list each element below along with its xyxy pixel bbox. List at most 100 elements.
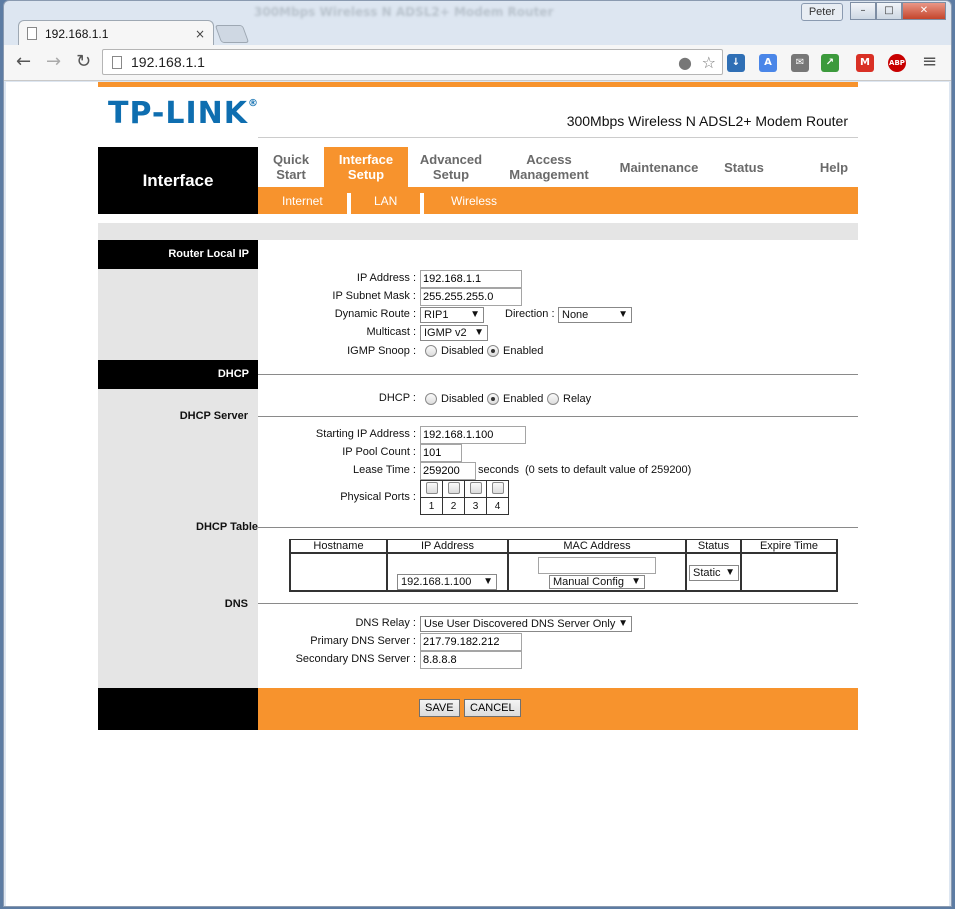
title-bar: 300Mbps Wireless N ADSL2+ Modem Router 1…: [4, 1, 951, 46]
menu-advanced-setup[interactable]: Advanced Setup: [408, 147, 494, 187]
dhcp-disabled-radio[interactable]: Disabled: [425, 393, 484, 405]
mac-mode-select[interactable]: Manual Config ▼: [549, 575, 645, 589]
back-arrow-icon[interactable]: ←: [16, 51, 31, 72]
dns-relay-select[interactable]: Use User Discovered DNS Server Only ▼: [420, 616, 632, 632]
mac-address-input[interactable]: [538, 557, 656, 574]
dhcp-enabled-radio[interactable]: Enabled: [487, 393, 543, 405]
lease-time-input[interactable]: [420, 462, 476, 480]
chevron-down-icon: ▼: [725, 567, 735, 578]
status-select[interactable]: Static ▼: [689, 565, 739, 581]
radio-icon[interactable]: [425, 393, 437, 405]
radio-selected-icon[interactable]: [487, 345, 499, 357]
mail-checker-icon[interactable]: ✉: [791, 54, 809, 72]
translate-extension-icon[interactable]: A: [759, 54, 777, 72]
gmail-icon[interactable]: M: [856, 54, 874, 72]
download-extension-icon[interactable]: ↓: [727, 54, 745, 72]
dhcp-server-heading: DHCP Server: [179, 410, 248, 422]
address-bar[interactable]: ● ☆: [102, 49, 723, 75]
tab-close-icon[interactable]: ×: [195, 27, 205, 41]
submenu-internet[interactable]: Internet: [282, 194, 323, 208]
adblock-plus-icon[interactable]: ABP: [888, 54, 906, 72]
igmp-enabled-radio[interactable]: Enabled: [487, 345, 543, 357]
port-number: 2: [442, 497, 465, 515]
primary-dns-input[interactable]: [420, 633, 522, 651]
menu-interface-setup[interactable]: Interface Setup: [324, 147, 408, 187]
column-header-ip-address: IP Address: [386, 539, 509, 554]
chevron-down-icon: ▼: [474, 327, 484, 338]
port-3-checkbox[interactable]: [469, 481, 482, 494]
port-number: 1: [420, 497, 443, 515]
pool-count-input[interactable]: [420, 444, 462, 462]
lease-time-label: Lease Time :: [353, 464, 416, 476]
minimize-button[interactable]: –: [850, 2, 876, 20]
divider: [258, 603, 858, 604]
reload-icon[interactable]: ↻: [76, 51, 91, 72]
dhcp-enabled-label: Enabled: [503, 393, 544, 405]
new-tab-button[interactable]: [214, 25, 250, 43]
chevron-down-icon: ▼: [618, 618, 628, 629]
ip-address-input[interactable]: [420, 270, 522, 288]
multicast-select[interactable]: IGMP v2 ▼: [420, 325, 488, 341]
menu-help[interactable]: Help: [804, 147, 864, 187]
port-4-checkbox[interactable]: [491, 481, 504, 494]
background-tab-title: 300Mbps Wireless N ADSL2+ Modem Router: [254, 5, 554, 19]
radio-selected-icon[interactable]: [487, 393, 499, 405]
dynamic-route-select[interactable]: RIP1 ▼: [420, 307, 484, 323]
submenu-separator: [420, 193, 424, 214]
secondary-dns-input[interactable]: [420, 651, 522, 669]
dynamic-route-value: RIP1: [424, 309, 449, 321]
cancel-button[interactable]: CANCEL: [464, 699, 521, 717]
save-button[interactable]: SAVE: [419, 699, 460, 717]
dhcp-mode-label: DHCP :: [378, 392, 416, 404]
top-accent-bar: [98, 82, 858, 87]
chevron-down-icon: ▼: [483, 576, 493, 587]
dns-relay-value: Use User Discovered DNS Server Only: [424, 618, 616, 630]
menu-maintenance[interactable]: Maintenance: [604, 147, 714, 187]
clip-extension-icon[interactable]: ↗: [821, 54, 839, 72]
port-2-checkbox[interactable]: [447, 481, 460, 494]
menu-quick-start-line2: Start: [276, 167, 306, 182]
dynamic-route-label: Dynamic Route :: [334, 308, 416, 320]
submenu-wireless[interactable]: Wireless: [451, 194, 497, 208]
column-header-mac-address: MAC Address: [507, 539, 687, 554]
maximize-button[interactable]: □: [876, 2, 902, 20]
router-local-ip-heading: Router Local IP: [98, 240, 258, 269]
menu-quick-start[interactable]: Quick Start: [258, 147, 324, 187]
submenu-lan[interactable]: LAN: [374, 194, 397, 208]
igmp-snoop-label: IGMP Snoop :: [347, 345, 416, 357]
igmp-disabled-radio[interactable]: Disabled: [425, 345, 484, 357]
starting-ip-input[interactable]: [420, 426, 526, 444]
dhcp-relay-radio[interactable]: Relay: [547, 393, 591, 405]
chrome-menu-icon[interactable]: ≡: [922, 51, 937, 72]
dhcp-ip-select[interactable]: 192.168.1.100 ▼: [397, 574, 497, 590]
dns-heading: DNS: [224, 598, 248, 610]
lightbulb-icon[interactable]: ●: [678, 53, 692, 72]
profile-button[interactable]: Peter: [801, 3, 843, 21]
radio-icon[interactable]: [425, 345, 437, 357]
menu-access-management[interactable]: Access Management: [494, 147, 604, 187]
forward-arrow-icon[interactable]: →: [46, 51, 61, 72]
menu-status[interactable]: Status: [714, 147, 774, 187]
menu-access-management-line2: Management: [509, 167, 589, 182]
logo-text: TP-LINK: [108, 96, 249, 131]
browser-window: 300Mbps Wireless N ADSL2+ Modem Router 1…: [3, 0, 952, 907]
star-bookmark-icon[interactable]: ☆: [702, 53, 716, 72]
divider: [258, 527, 858, 528]
main-menu: Quick Start Interface Setup Advanced Setup …: [258, 147, 858, 187]
direction-value: None: [562, 309, 589, 321]
column-header-expire-time: Expire Time: [740, 539, 838, 554]
direction-select[interactable]: None ▼: [558, 307, 632, 323]
column-header-status: Status: [685, 539, 742, 554]
table-row: 192.168.1.100 ▼ Manual Config ▼ Static ▼: [289, 552, 838, 592]
radio-icon[interactable]: [547, 393, 559, 405]
physical-ports-label: Physical Ports :: [340, 491, 416, 503]
url-input[interactable]: [129, 52, 669, 72]
close-window-button[interactable]: ✕: [902, 2, 946, 20]
tp-link-logo: TP-LINK®: [108, 96, 259, 131]
port-1-checkbox[interactable]: [425, 481, 438, 494]
header-divider: [258, 137, 858, 138]
tab-title: 192.168.1.1: [45, 26, 109, 41]
dhcp-table: Hostname IP Address MAC Address Status E…: [289, 539, 838, 592]
subnet-mask-input[interactable]: [420, 288, 522, 306]
browser-tab[interactable]: 192.168.1.1 ×: [18, 20, 214, 46]
